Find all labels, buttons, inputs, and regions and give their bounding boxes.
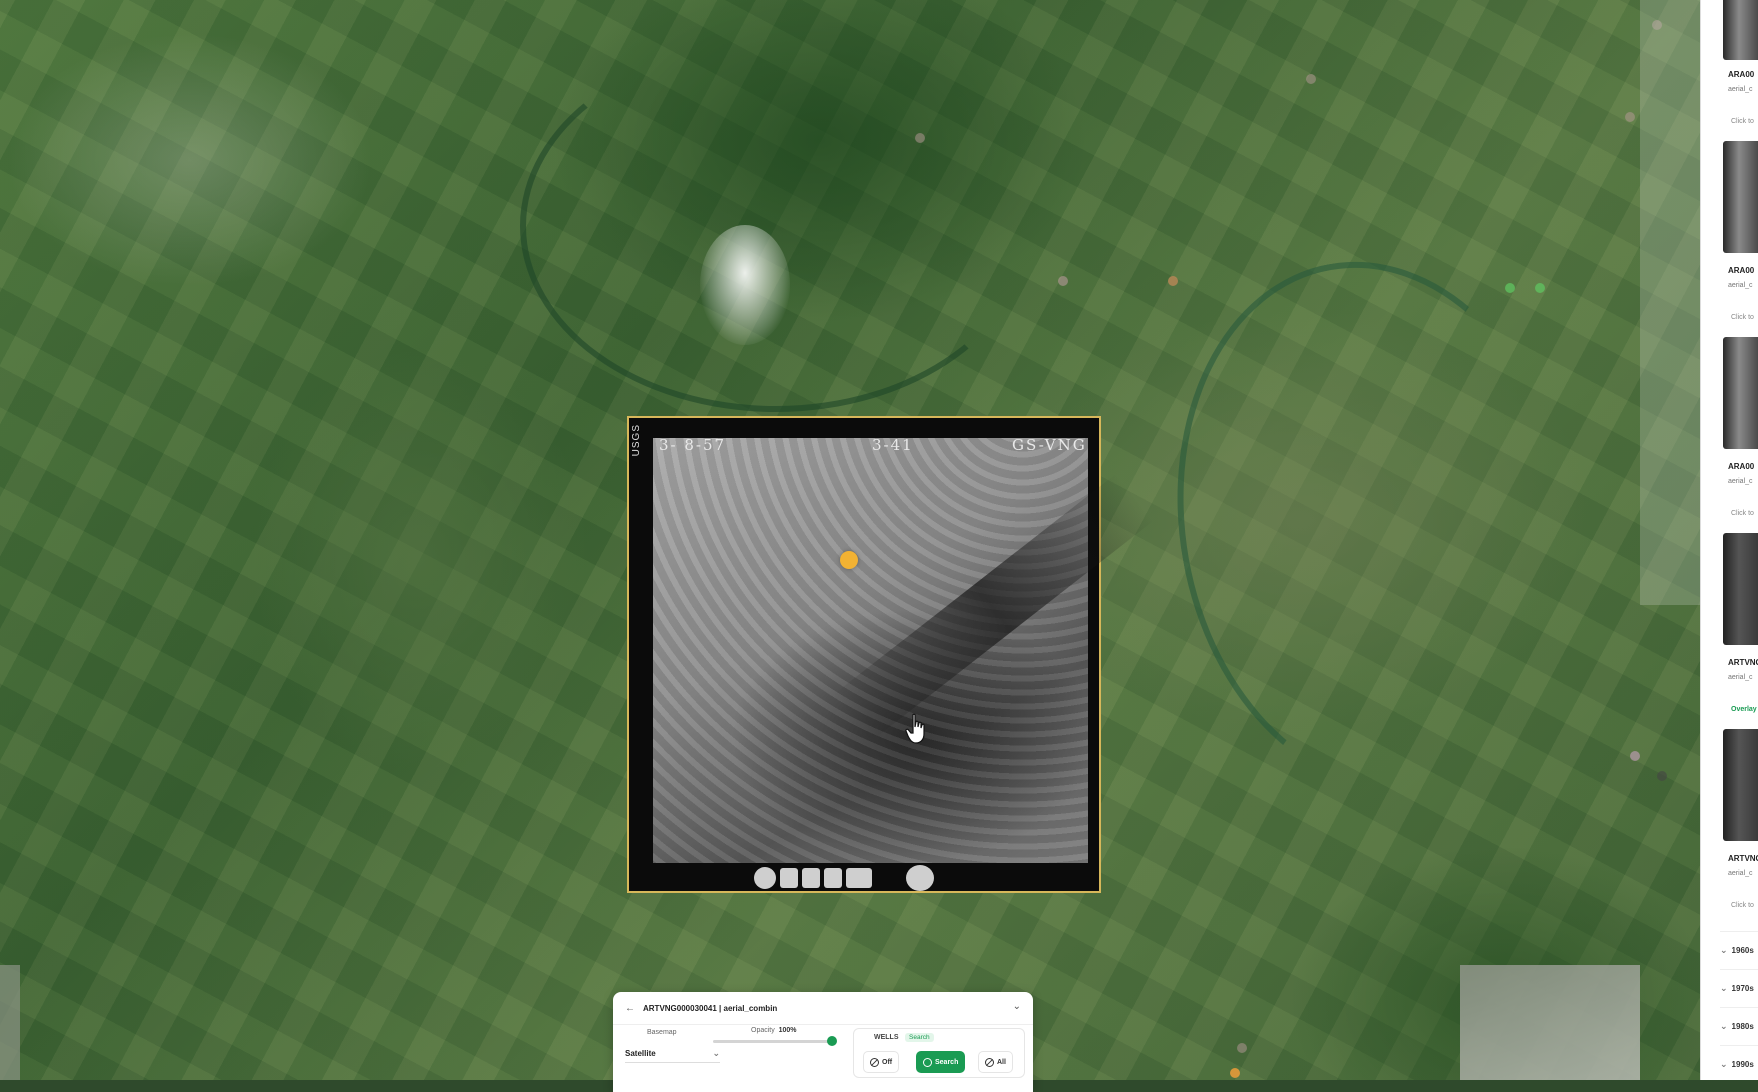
layer-control-bar[interactable]: ← ARTVNG000030041 | aerial_combin ⌄ Base… — [613, 992, 1033, 1092]
gauge-icon — [802, 868, 820, 888]
decade-label: 1980s — [1731, 1021, 1754, 1031]
result-thumbnail — [1723, 0, 1758, 60]
results-panel[interactable]: ARA00 aerial_c Click to ARA00 aerial_c C… — [1700, 0, 1758, 1080]
back-arrow-icon[interactable]: ← — [625, 1003, 635, 1014]
chevron-down-icon: ⌄ — [712, 1047, 720, 1058]
result-action[interactable]: Click to — [1731, 118, 1754, 125]
decade-group-1980s[interactable]: ⌄ 1980s — [1720, 1007, 1758, 1044]
result-thumbnail — [1723, 729, 1758, 841]
well-marker[interactable] — [915, 133, 925, 143]
map-tile — [1460, 965, 1640, 1080]
result-overlay-button[interactable]: Overlay — [1731, 706, 1757, 713]
altimeter-icon — [906, 865, 934, 891]
aerial-photo-image — [653, 438, 1154, 863]
result-subtitle: aerial_c — [1728, 282, 1753, 289]
wells-search-button[interactable]: Search — [916, 1051, 966, 1073]
basemap-select[interactable]: Satellite ⌄ — [625, 1044, 720, 1063]
well-marker[interactable] — [1657, 771, 1667, 781]
result-action[interactable]: Click to — [1731, 902, 1754, 909]
decade-label: 1960s — [1731, 945, 1754, 955]
collapse-chevron-icon[interactable]: ⌄ — [1013, 1001, 1021, 1012]
gauge-icon — [824, 868, 842, 888]
layer-header: ← ARTVNG000030041 | aerial_combin — [625, 1003, 777, 1014]
photo-instrument-strip — [754, 865, 934, 891]
map-tile — [0, 965, 20, 1080]
opacity-slider-track[interactable] — [713, 1040, 831, 1043]
chevron-down-icon: ⌄ — [1720, 1058, 1728, 1069]
wells-all-label: All — [997, 1058, 1006, 1066]
chevron-down-icon: ⌄ — [1720, 982, 1728, 993]
result-action[interactable]: Click to — [1731, 314, 1754, 321]
layer-name: ARTVNG000030041 | aerial_combin — [643, 1004, 778, 1013]
well-marker[interactable] — [1058, 276, 1068, 286]
result-title: ARTVNG — [1728, 658, 1758, 667]
block-icon — [985, 1057, 994, 1067]
well-marker[interactable] — [1630, 751, 1640, 761]
well-marker[interactable] — [1505, 283, 1515, 293]
block-icon — [870, 1057, 879, 1067]
search-icon — [923, 1057, 932, 1067]
hand-cursor-icon — [905, 713, 925, 744]
result-title: ARA00 — [1728, 266, 1755, 275]
opacity-label: Opacity 100% — [751, 1027, 797, 1034]
gauge-icon — [780, 868, 798, 888]
result-thumbnail — [1723, 141, 1758, 253]
well-marker[interactable] — [1625, 112, 1635, 122]
result-action[interactable]: Click to — [1731, 510, 1754, 517]
result-subtitle: aerial_c — [1728, 870, 1753, 877]
cloud — [700, 225, 790, 345]
wells-off-button[interactable]: Off — [863, 1051, 900, 1073]
wells-title: WELLS — [874, 1034, 899, 1041]
aerial-photo-overlay[interactable]: USGS 3- 8-57 3-41 GS-VNG — [627, 416, 1154, 893]
opacity-slider-handle[interactable] — [827, 1036, 837, 1046]
opacity-value: 100% — [778, 1027, 797, 1034]
wells-filter: WELLS Search Off Search All — [853, 1028, 1025, 1078]
result-thumbnail — [1723, 533, 1758, 645]
result-subtitle: aerial_c — [1728, 674, 1753, 681]
photo-label-frame: 3-41 — [872, 436, 914, 454]
gauge-icon — [846, 868, 872, 888]
result-subtitle: aerial_c — [1728, 86, 1753, 93]
decade-label: 1990s — [1731, 1059, 1754, 1069]
panel-shadow-strip — [1640, 0, 1700, 605]
opacity-label-text: Opacity — [751, 1027, 775, 1034]
decade-group-1960s[interactable]: ⌄ 1960s — [1720, 931, 1758, 968]
well-marker[interactable] — [1306, 74, 1316, 84]
basemap-value: Satellite — [625, 1048, 656, 1058]
wells-off-label: Off — [882, 1058, 893, 1066]
result-title: ARA00 — [1728, 462, 1755, 471]
result-title: ARA00 — [1728, 70, 1755, 79]
chevron-down-icon: ⌄ — [1720, 1020, 1728, 1031]
chevron-down-icon: ⌄ — [1720, 944, 1728, 955]
selected-well-marker[interactable] — [840, 551, 858, 569]
wells-mode-badge: Search — [905, 1033, 934, 1042]
river — [1136, 230, 1616, 822]
decade-group-1990s[interactable]: ⌄ 1990s — [1720, 1045, 1758, 1082]
well-marker[interactable] — [1230, 1068, 1240, 1078]
photo-label-date: 3- 8-57 — [659, 436, 727, 454]
river — [520, 40, 1032, 412]
wells-all-button[interactable]: All — [978, 1051, 1013, 1073]
basemap-label: Basemap — [647, 1029, 677, 1036]
photo-side-label: USGS — [631, 424, 642, 457]
result-subtitle: aerial_c — [1728, 478, 1753, 485]
decade-label: 1970s — [1731, 983, 1754, 993]
well-marker[interactable] — [1168, 276, 1178, 286]
divider — [613, 1024, 1033, 1025]
well-marker[interactable] — [1535, 283, 1545, 293]
result-title: ARTVNG — [1728, 854, 1758, 863]
decade-group-1970s[interactable]: ⌄ 1970s — [1720, 969, 1758, 1006]
well-marker[interactable] — [1237, 1043, 1247, 1053]
photo-label-project: GS-VNG — [1012, 436, 1087, 454]
result-thumbnail — [1723, 337, 1758, 449]
clock-icon — [754, 867, 776, 889]
wells-search-label: Search — [935, 1058, 959, 1066]
